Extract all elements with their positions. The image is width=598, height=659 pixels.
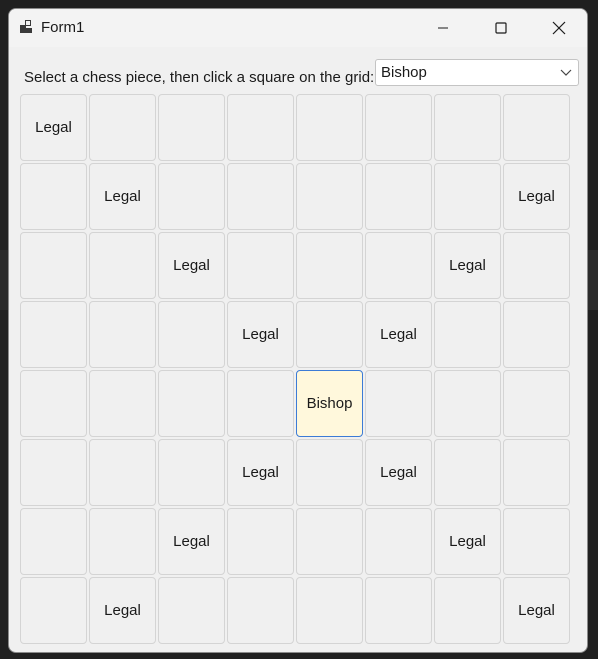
board-square[interactable]: Legal <box>158 232 225 299</box>
board-square[interactable]: Legal <box>503 577 570 644</box>
board-square[interactable]: Legal <box>434 232 501 299</box>
chess-board: Legal Legal Legal Legal Legal Legal Legal Bisho… <box>20 94 570 644</box>
board-square[interactable] <box>89 370 156 437</box>
board-square[interactable] <box>20 439 87 506</box>
board-square[interactable] <box>158 439 225 506</box>
board-square[interactable] <box>503 439 570 506</box>
board-square[interactable] <box>89 508 156 575</box>
board-square[interactable] <box>365 370 432 437</box>
title-bar[interactable]: Form1 <box>9 9 587 47</box>
board-square[interactable]: Legal <box>89 577 156 644</box>
board-square[interactable] <box>503 232 570 299</box>
close-button[interactable] <box>530 9 587 47</box>
board-square[interactable] <box>20 370 87 437</box>
board-square[interactable] <box>89 439 156 506</box>
board-square[interactable] <box>365 577 432 644</box>
board-square[interactable] <box>158 94 225 161</box>
board-square[interactable] <box>434 301 501 368</box>
board-square[interactable] <box>227 508 294 575</box>
board-square[interactable]: Legal <box>227 301 294 368</box>
board-square-piece[interactable]: Bishop <box>296 370 363 437</box>
board-square[interactable] <box>20 301 87 368</box>
board-square[interactable] <box>434 439 501 506</box>
window-title: Form1 <box>41 19 85 36</box>
board-square[interactable] <box>503 508 570 575</box>
board-square[interactable] <box>227 370 294 437</box>
board-square[interactable] <box>20 508 87 575</box>
minimize-button[interactable] <box>414 9 472 47</box>
board-square[interactable] <box>227 232 294 299</box>
board-square[interactable] <box>296 577 363 644</box>
board-square[interactable] <box>227 577 294 644</box>
board-square[interactable]: Legal <box>365 439 432 506</box>
board-square[interactable] <box>158 301 225 368</box>
board-square[interactable] <box>296 232 363 299</box>
board-square[interactable] <box>365 94 432 161</box>
board-square[interactable]: Legal <box>89 163 156 230</box>
board-square[interactable] <box>365 508 432 575</box>
board-square[interactable] <box>20 163 87 230</box>
piece-select[interactable]: Bishop <box>375 59 579 86</box>
app-icon <box>20 20 32 33</box>
board-square[interactable] <box>434 370 501 437</box>
board-square[interactable] <box>158 163 225 230</box>
board-square[interactable]: Legal <box>227 439 294 506</box>
maximize-icon <box>495 22 507 34</box>
board-square[interactable] <box>434 94 501 161</box>
maximize-button[interactable] <box>472 9 530 47</box>
piece-select-value: Bishop <box>381 64 427 81</box>
board-square[interactable] <box>503 370 570 437</box>
board-square[interactable] <box>227 163 294 230</box>
board-square[interactable] <box>296 439 363 506</box>
board-square[interactable]: Legal <box>503 163 570 230</box>
board-square[interactable] <box>365 163 432 230</box>
board-square[interactable] <box>434 163 501 230</box>
board-square[interactable] <box>227 94 294 161</box>
chevron-down-icon <box>560 69 572 76</box>
board-square[interactable]: Legal <box>20 94 87 161</box>
form-window: Form1 Select a chess piece, then click a… <box>8 8 588 653</box>
board-square[interactable] <box>503 94 570 161</box>
board-square[interactable] <box>296 508 363 575</box>
board-square[interactable] <box>296 301 363 368</box>
board-square[interactable] <box>365 232 432 299</box>
close-icon <box>552 21 566 35</box>
instruction-label: Select a chess piece, then click a squar… <box>24 69 375 86</box>
board-square[interactable] <box>296 163 363 230</box>
board-square[interactable] <box>89 94 156 161</box>
board-square[interactable] <box>158 577 225 644</box>
board-square[interactable] <box>89 232 156 299</box>
board-square[interactable]: Legal <box>158 508 225 575</box>
board-square[interactable] <box>503 301 570 368</box>
board-square[interactable] <box>296 94 363 161</box>
board-square[interactable]: Legal <box>365 301 432 368</box>
board-square[interactable] <box>158 370 225 437</box>
board-square[interactable] <box>20 577 87 644</box>
board-square[interactable] <box>20 232 87 299</box>
board-square[interactable] <box>89 301 156 368</box>
minimize-icon <box>438 27 448 29</box>
board-square[interactable] <box>434 577 501 644</box>
board-square[interactable]: Legal <box>434 508 501 575</box>
